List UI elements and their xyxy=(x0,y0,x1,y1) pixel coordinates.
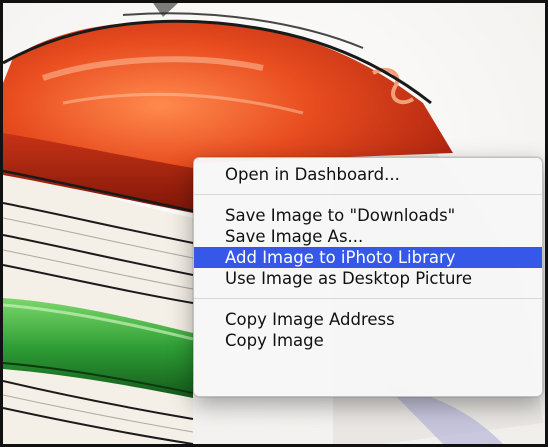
menu-item-open-in-dashboard[interactable]: Open in Dashboard... xyxy=(194,164,542,185)
menu-item-copy-image-address[interactable]: Copy Image Address xyxy=(194,309,542,330)
menu-item-copy-image[interactable]: Copy Image xyxy=(194,330,542,351)
menu-item-save-image-as[interactable]: Save Image As... xyxy=(194,226,542,247)
image-viewport[interactable]: Open in Dashboard... Save Image to "Down… xyxy=(0,0,548,447)
menu-item-save-image-to-downloads[interactable]: Save Image to "Downloads" xyxy=(194,205,542,226)
menu-separator xyxy=(194,298,542,299)
menu-item-use-image-as-desktop-picture[interactable]: Use Image as Desktop Picture xyxy=(194,268,542,289)
menu-item-add-image-to-iphoto[interactable]: Add Image to iPhoto Library xyxy=(194,247,542,268)
menu-separator xyxy=(194,194,542,195)
context-menu: Open in Dashboard... Save Image to "Down… xyxy=(193,157,543,397)
